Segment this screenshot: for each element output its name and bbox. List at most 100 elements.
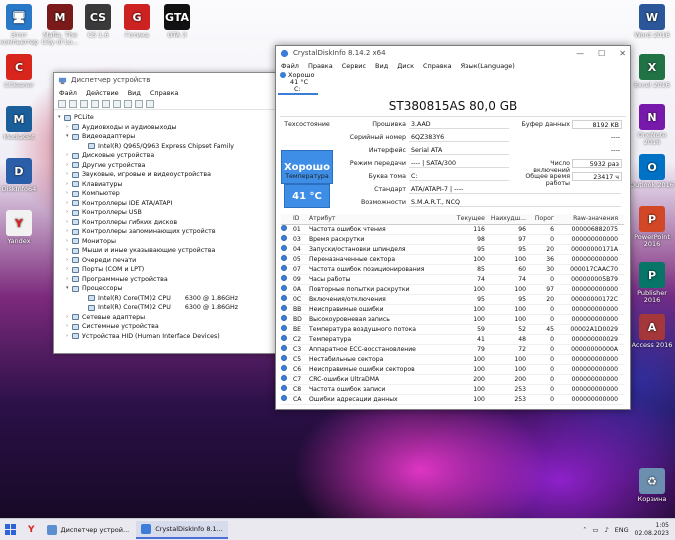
taskbar-button[interactable]: Диспетчер устрой... — [42, 521, 135, 539]
language-indicator[interactable]: ENG — [615, 526, 629, 534]
volume-icon[interactable]: ♪ — [604, 526, 608, 534]
cdi-menu-edit[interactable]: Правка — [308, 62, 333, 70]
col-current[interactable]: Текущее — [456, 214, 491, 225]
tree-device-item[interactable]: Intel(R) Core(TM)2 CPU 6300 @ 1.86GHz — [58, 303, 293, 313]
tree-root[interactable]: ▾ PCLite — [58, 113, 293, 123]
smart-row[interactable]: 09 Часы работы 74 74 0 000000005B79 — [281, 274, 624, 285]
tree-category-item[interactable]: ▾ Видеоадаптеры — [58, 132, 293, 142]
smart-row[interactable]: 0C Включения/отключения 95 95 20 00000000172C — [281, 294, 624, 305]
smart-row[interactable]: 01 Частота ошибок чтения 116 96 6 00000688207… — [281, 224, 624, 235]
desktop-shortcut-gothic-game[interactable]: G Готика — [115, 4, 159, 39]
tree-category-item[interactable]: › Порты (COM и LPT) — [58, 265, 293, 275]
tree-category-item[interactable]: › Мониторы — [58, 237, 293, 247]
remove-device-icon[interactable] — [146, 99, 154, 108]
network-icon[interactable]: ▭ — [592, 526, 598, 534]
desktop-shortcut-yandex[interactable]: Y Yandex — [0, 210, 41, 245]
col-worst[interactable]: Наихудш... — [490, 214, 532, 225]
tree-category-item[interactable]: ▾ Процессоры — [58, 284, 293, 294]
minimize-button[interactable]: — — [576, 49, 584, 58]
tree-category-item[interactable]: › Дисковые устройства — [58, 151, 293, 161]
desktop-shortcut-diskinfo[interactable]: D DiskInfo64 — [0, 158, 41, 193]
smart-row[interactable]: C3 Аппаратное ECC-восстановление 79 72 0 0000… — [281, 344, 624, 355]
col-raw[interactable]: Raw-значения — [560, 214, 624, 225]
desktop-shortcut-publisher[interactable]: P Publisher 2016 — [630, 262, 674, 304]
chevron-up-icon[interactable]: ˄ — [583, 526, 586, 534]
smart-row[interactable]: 07 Частота ошибок позиционирования 85 60 30 0… — [281, 264, 624, 275]
tree-category-item[interactable]: › Контроллеры USB — [58, 208, 293, 218]
col-id[interactable]: ID — [293, 214, 309, 225]
desktop-shortcut-access[interactable]: A Access 2016 — [630, 314, 674, 349]
desktop-shortcut-excel[interactable]: X Excel 2016 — [630, 54, 674, 89]
smart-row[interactable]: BE Температура воздушного потока 59 52 45 000… — [281, 324, 624, 335]
smart-row[interactable]: C5 Нестабильные сектора 100 100 0 00000000000… — [281, 354, 624, 365]
devmgr-titlebar[interactable]: Диспетчер устройств — [54, 73, 297, 87]
tree-category-item[interactable]: › Системные устройства — [58, 322, 293, 332]
disk-tab[interactable]: Хорошо 41 °C C: — [276, 71, 630, 95]
forward-arrow-icon[interactable] — [69, 99, 77, 108]
crystaldiskinfo-window[interactable]: CrystalDiskInfo 8.14.2 x64 — ☐ ✕ Файл Пра… — [275, 45, 631, 410]
scan-hardware-icon[interactable] — [135, 99, 143, 108]
desktop-shortcut-gta-game[interactable]: GTA GTA 3 — [155, 4, 199, 39]
yandex-taskbar-button[interactable]: Y — [23, 521, 40, 539]
cdi-menu-language[interactable]: Язык(Language) — [461, 62, 515, 70]
device-tree[interactable]: ▾ PCLite › Аудиовходы и аудиовыходы ▾ Видео… — [54, 110, 297, 344]
smart-row[interactable]: 05 Переназначенные сектора 100 100 36 0000000… — [281, 254, 624, 265]
tree-category-item[interactable]: › Устройства HID (Human Interface Devices… — [58, 332, 293, 342]
tree-category-item[interactable]: › Звуковые, игровые и видеоустройства — [58, 170, 293, 180]
smart-row[interactable]: CA Ошибки адресации данных 100 253 0 00000000… — [281, 394, 624, 405]
cdi-menu-disk[interactable]: Диск — [397, 62, 414, 70]
desktop-shortcut-onenote[interactable]: N OneNote 2016 — [630, 104, 674, 146]
smart-table[interactable]: ID Атрибут Текущее Наихудш... Порог Raw-… — [281, 214, 624, 405]
smart-row[interactable]: 03 Время раскрутки 98 97 0 000000000000 — [281, 234, 624, 245]
tree-view-icon[interactable] — [91, 99, 99, 108]
close-button[interactable]: ✕ — [619, 49, 626, 58]
desktop-shortcut-cs-game[interactable]: CS CS 1.6 — [76, 4, 120, 39]
devmgr-menu-view[interactable]: Вид — [128, 89, 141, 97]
cdi-menu-service[interactable]: Сервис — [342, 62, 366, 70]
tree-category-item[interactable]: › Сетевые адаптеры — [58, 313, 293, 323]
back-arrow-icon[interactable] — [58, 99, 66, 108]
desktop-shortcut-word[interactable]: W Word 2016 — [630, 4, 674, 39]
tree-category-item[interactable]: › Другие устройства — [58, 161, 293, 171]
devmgr-menu-help[interactable]: Справка — [150, 89, 179, 97]
col-attribute[interactable]: Атрибут — [309, 214, 457, 225]
tree-category-item[interactable]: › Контроллеры IDE ATA/ATAPI — [58, 199, 293, 209]
temperature-badge[interactable]: 41 °C — [284, 184, 330, 208]
tree-device-item[interactable]: Intel(R) Core(TM)2 CPU 6300 @ 1.86GHz — [58, 294, 293, 304]
tree-category-item[interactable]: › Контроллеры гибких дисков — [58, 218, 293, 228]
smart-row[interactable]: C2 Температура 41 48 0 000000000029 — [281, 334, 624, 345]
start-button[interactable] — [0, 521, 21, 539]
desktop-shortcut-computer[interactable]: 🖥 Этот компьютер — [0, 4, 41, 46]
devmgr-menu-action[interactable]: Действие — [86, 89, 119, 97]
desktop-shortcut-powerpoint[interactable]: P PowerPoint 2016 — [630, 206, 674, 248]
tree-category-item[interactable]: › Контроллеры запоминающих устройств — [58, 227, 293, 237]
tree-category-item[interactable]: › Программные устройства — [58, 275, 293, 285]
smart-row[interactable]: C8 Частота ошибок записи 100 253 0 0000000000… — [281, 384, 624, 395]
cdi-menu-file[interactable]: Файл — [281, 62, 299, 70]
monitor-icon[interactable] — [113, 99, 121, 108]
desktop-shortcut-recycle-bin[interactable]: ♻ Корзина — [630, 468, 674, 503]
device-manager-window[interactable]: Диспетчер устройств Файл Действие Вид Сп… — [53, 72, 298, 354]
taskbar-button[interactable]: CrystalDiskInfo 8.1... — [136, 520, 228, 539]
smart-row[interactable]: BD Высокоуровневая запись 100 100 0 000000000… — [281, 314, 624, 325]
tree-category-item[interactable]: › Аудиовходы и аудиовыходы — [58, 123, 293, 133]
smart-row[interactable]: 0A Повторные попытки раскрутки 100 100 97 000… — [281, 284, 624, 295]
tree-device-item[interactable]: Intel(R) Q965/Q963 Express Chipset Famil… — [58, 142, 293, 152]
cdi-menu-view[interactable]: Вид — [375, 62, 388, 70]
tree-category-item[interactable]: › Мыши и иные указывающие устройства — [58, 246, 293, 256]
properties-icon[interactable] — [80, 99, 88, 108]
desktop-shortcut-ccleaner[interactable]: C CCleaner — [0, 54, 41, 89]
smart-row[interactable]: C7 CRC-ошибки UltraDMA 200 200 0 000000000000 — [281, 374, 624, 385]
desktop-shortcut-mediaget[interactable]: M MediaGet — [0, 106, 41, 141]
tree-category-item[interactable]: › Очереди печати — [58, 256, 293, 266]
maximize-button[interactable]: ☐ — [598, 49, 605, 58]
smart-row[interactable]: BB Неисправимые ошибки 100 100 0 000000000000 — [281, 304, 624, 315]
cdi-menu-help[interactable]: Справка — [423, 62, 452, 70]
help-icon[interactable] — [102, 99, 110, 108]
desktop-shortcut-outlook[interactable]: O Outlook 2016 — [630, 154, 674, 189]
smart-row[interactable]: C6 Неисправимые ошибки секторов 100 100 0 000… — [281, 364, 624, 375]
tree-category-item[interactable]: › Компьютер — [58, 189, 293, 199]
cdi-titlebar[interactable]: CrystalDiskInfo 8.14.2 x64 — ☐ ✕ — [276, 46, 630, 60]
col-threshold[interactable]: Порог — [532, 214, 560, 225]
tree-category-item[interactable]: › Клавиатуры — [58, 180, 293, 190]
